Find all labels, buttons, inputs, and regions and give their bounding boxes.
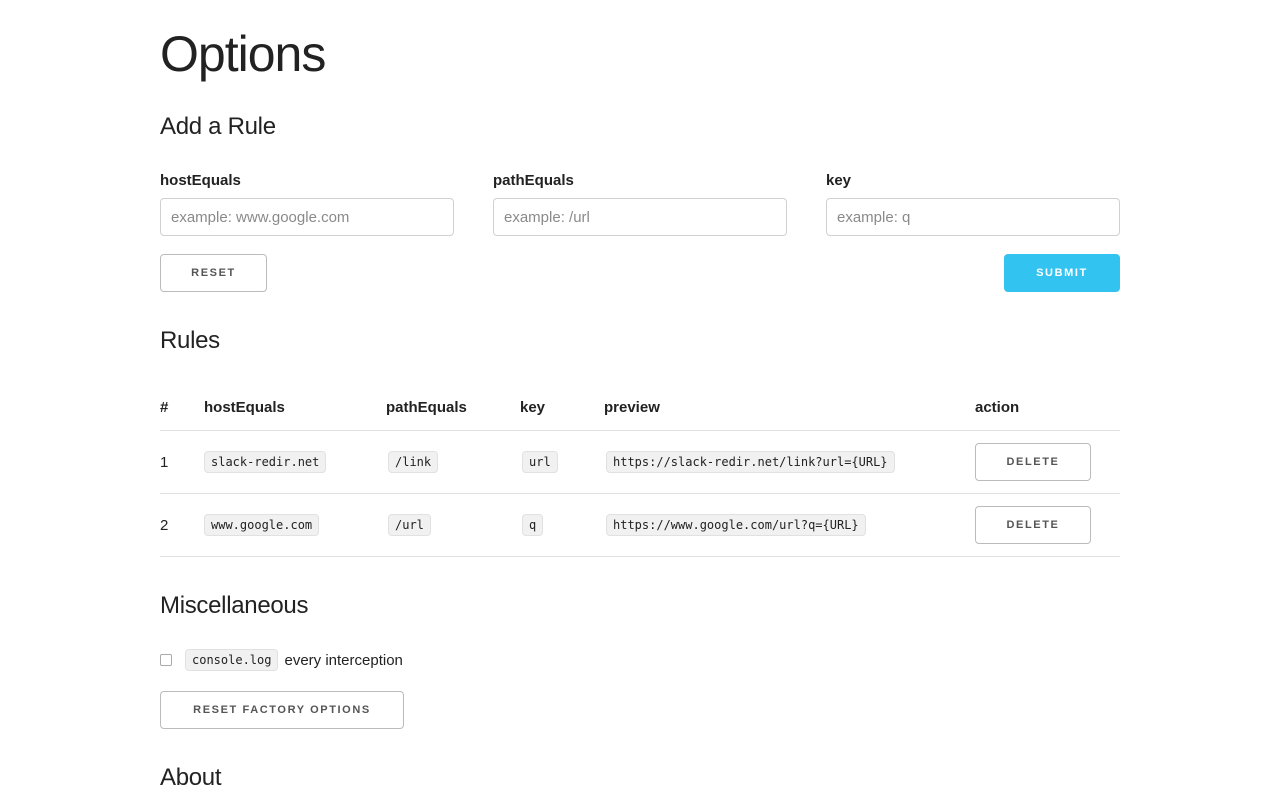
host-code: slack-redir.net xyxy=(204,451,327,473)
delete-button[interactable]: DELETE xyxy=(975,443,1091,481)
row-index: 2 xyxy=(160,493,204,557)
col-path-equals: pathEquals xyxy=(386,384,520,431)
col-action: action xyxy=(975,384,1120,431)
col-key: key xyxy=(520,384,604,431)
miscellaneous-heading: Miscellaneous xyxy=(160,592,309,619)
console-log-checkbox[interactable] xyxy=(160,654,172,666)
key-label: key xyxy=(826,172,852,189)
key-code: url xyxy=(522,451,558,473)
rules-heading: Rules xyxy=(160,327,220,354)
path-code: /link xyxy=(388,451,439,473)
host-code: www.google.com xyxy=(204,514,320,536)
reset-factory-options-button[interactable]: RESET FACTORY OPTIONS xyxy=(160,691,404,729)
about-heading: About xyxy=(160,764,222,791)
rules-table: # hostEquals pathEquals key preview acti… xyxy=(160,384,1120,557)
col-index: # xyxy=(160,384,204,431)
console-log-code: console.log xyxy=(185,649,279,671)
row-index: 1 xyxy=(160,430,204,494)
col-preview: preview xyxy=(604,384,975,431)
page-title: Options xyxy=(160,26,326,82)
submit-button[interactable]: SUBMIT xyxy=(1004,254,1120,292)
path-code: /url xyxy=(388,514,431,536)
console-log-option: console.log every interception xyxy=(160,648,403,672)
reset-button[interactable]: RESET xyxy=(160,254,267,292)
host-equals-input[interactable] xyxy=(160,198,454,236)
console-log-label: every interception xyxy=(284,651,403,669)
path-equals-label: pathEquals xyxy=(493,172,574,189)
col-host-equals: hostEquals xyxy=(204,384,386,431)
host-equals-label: hostEquals xyxy=(160,172,241,189)
table-row: 2 www.google.com /url q https://www.goog… xyxy=(160,493,1120,557)
add-rule-heading: Add a Rule xyxy=(160,113,276,140)
path-equals-input[interactable] xyxy=(493,198,787,236)
key-input[interactable] xyxy=(826,198,1120,236)
key-code: q xyxy=(522,514,544,536)
rules-table-header: # hostEquals pathEquals key preview acti… xyxy=(160,384,1120,431)
delete-button[interactable]: DELETE xyxy=(975,506,1091,544)
table-row: 1 slack-redir.net /link url https://slac… xyxy=(160,430,1120,494)
preview-code: https://www.google.com/url?q={URL} xyxy=(606,514,866,536)
preview-code: https://slack-redir.net/link?url={URL} xyxy=(606,451,895,473)
